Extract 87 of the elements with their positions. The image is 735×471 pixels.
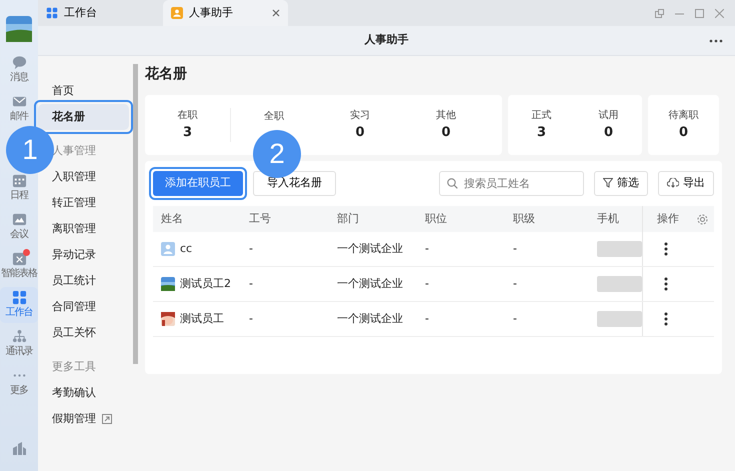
stat-value: 0 <box>355 124 365 142</box>
stat-label: 全职 <box>264 110 284 124</box>
import-button[interactable]: 导入花名册 <box>253 170 336 196</box>
grid-icon <box>12 290 26 305</box>
section-label: 更多工具 <box>51 358 97 375</box>
chat-icon <box>12 55 26 70</box>
mail-icon <box>12 94 26 109</box>
column-header: 部门 <box>337 210 359 227</box>
pin-icon <box>655 8 664 18</box>
column-header: 姓名 <box>161 210 183 227</box>
stat-label: 正式 <box>532 108 552 123</box>
settings-icon <box>697 214 708 224</box>
kebab-icon <box>664 242 668 256</box>
nav-item[interactable]: 假期管理 <box>38 406 129 432</box>
nav-item[interactable]: 花名册 <box>38 104 129 130</box>
table-cell-text: 测试员工 <box>180 310 224 327</box>
stat-label: 试用 <box>598 108 618 123</box>
nav-item[interactable]: 员工统计 <box>38 268 129 294</box>
search-field[interactable]: 搜索员工姓名 <box>439 170 584 196</box>
kebab-icon <box>664 312 668 326</box>
building-icon <box>12 441 26 455</box>
close-icon <box>272 9 280 17</box>
nav-item[interactable]: 合同管理 <box>38 294 129 320</box>
export-button[interactable]: 导出 <box>658 170 714 196</box>
table-cell-text: - <box>249 276 253 292</box>
sidebar-item[interactable]: 智能表格 <box>0 248 38 284</box>
table-icon <box>12 251 26 266</box>
close-icon <box>715 8 724 18</box>
table-cell-text: - <box>425 276 429 292</box>
nav-item[interactable]: 考勤确认 <box>38 380 129 406</box>
stat-value: 3 <box>182 124 192 142</box>
calendar-icon <box>12 173 26 188</box>
column-header: 工号 <box>249 210 271 227</box>
cloud-download-icon <box>667 178 679 188</box>
maximize-icon <box>695 8 704 18</box>
page-header-title: 人事助手 <box>364 32 408 48</box>
filter-icon <box>603 178 613 188</box>
nav-item[interactable]: 异动记录 <box>38 242 129 268</box>
table-cell-text: - <box>513 240 517 257</box>
sidebar-item[interactable]: 邮件 <box>0 91 38 127</box>
nav-item[interactable]: 离职管理 <box>38 216 129 242</box>
notification-dot <box>23 249 30 256</box>
sidebar-item[interactable]: 消息 <box>0 52 38 88</box>
nav-item[interactable]: 员工关怀 <box>38 320 129 346</box>
column-header: 操作 <box>657 210 679 227</box>
filter-button[interactable]: 筛选 <box>594 170 648 196</box>
stat-value: 0 <box>441 124 451 142</box>
table-cell-text: - <box>249 240 253 257</box>
person-icon <box>171 7 183 19</box>
more-icon <box>709 38 723 42</box>
column-header: 手机 <box>597 210 619 227</box>
sidebar-item[interactable]: 工作台 <box>0 287 38 323</box>
tab[interactable]: 工作台 <box>38 0 163 26</box>
table-cell-text: - <box>513 310 517 327</box>
grid-icon <box>46 7 58 19</box>
stat-value: 3 <box>536 124 546 142</box>
table-cell-text: 一个测试企业 <box>337 310 403 327</box>
column-header: 职级 <box>513 210 535 227</box>
stat-value: 0 <box>678 124 688 142</box>
stat-label: 实习 <box>350 108 370 123</box>
table-cell-text: 一个测试企业 <box>337 240 403 257</box>
table-cell-text: - <box>513 276 517 292</box>
stat-label: 其他 <box>436 108 456 123</box>
avatar-icon <box>161 242 175 256</box>
table-cell-text: - <box>425 310 429 327</box>
table-cell-text: 一个测试企业 <box>337 276 403 292</box>
tab[interactable]: 人事助手 <box>163 0 288 26</box>
kebab-icon <box>664 277 668 291</box>
page-title: 花名册 <box>145 65 188 84</box>
search-icon <box>447 178 458 188</box>
sidebar-item[interactable]: 通讯录 <box>0 326 38 362</box>
stat-label: 在职 <box>178 108 198 123</box>
table-cell-text: cc <box>180 240 192 257</box>
nav-item[interactable]: 首页 <box>38 78 129 104</box>
external-link-icon <box>102 414 112 424</box>
stat-label: 待离职 <box>668 108 698 123</box>
image-icon <box>12 212 26 227</box>
stat-value: 0 <box>604 124 614 142</box>
column-header: 职位 <box>425 210 447 227</box>
sidebar-item[interactable]: 会议 <box>0 209 38 245</box>
sidebar-item[interactable]: 更多 <box>0 365 38 401</box>
org-chart-icon <box>12 329 26 344</box>
table-cell-text: - <box>425 240 429 257</box>
table-cell-text: 测试员工2 <box>180 276 231 292</box>
table-cell-text: - <box>249 310 253 327</box>
nav-item[interactable]: 转正管理 <box>38 190 129 216</box>
add-employee-button[interactable]: 添加在职员工 <box>153 170 243 196</box>
